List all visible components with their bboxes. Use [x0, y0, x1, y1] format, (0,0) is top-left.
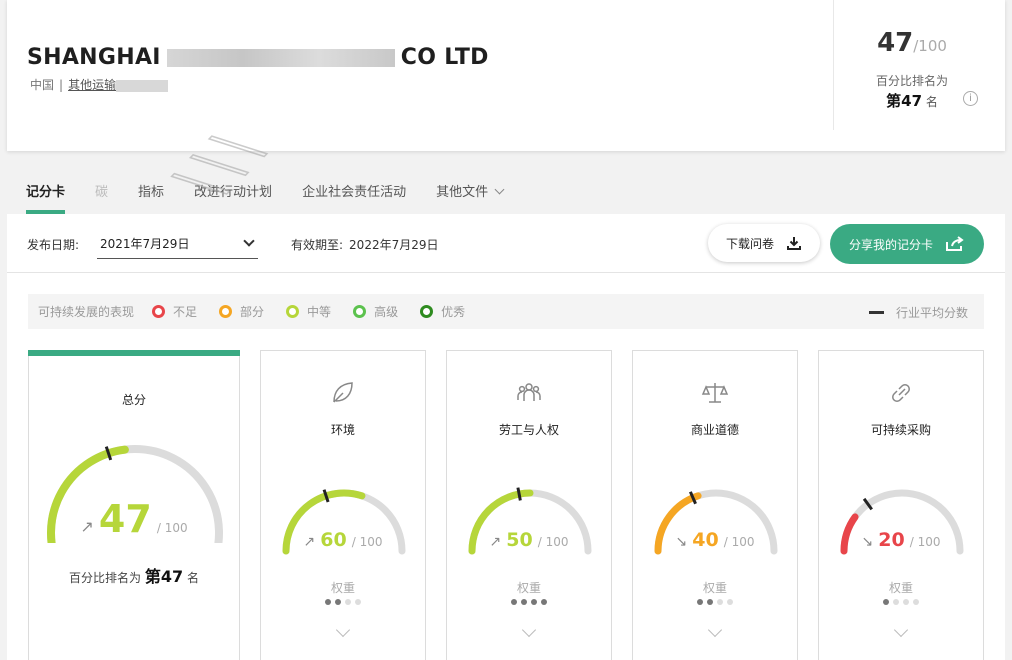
chevron-down-icon[interactable] [521, 622, 537, 638]
weight-dot [697, 599, 703, 605]
tab-other-files[interactable]: 其他文件 [436, 180, 505, 214]
card-accent-bar [28, 350, 240, 356]
scales-icon [701, 383, 729, 403]
weight-dot [345, 599, 351, 605]
legend-dot [286, 305, 300, 318]
labor-score-value: ↗ 50 / 100 [489, 529, 569, 551]
link-icon [892, 384, 910, 402]
total-score-value: ↗ 47 / 100 [80, 497, 188, 541]
score-number: 47 [98, 497, 152, 541]
weight-dots [261, 599, 425, 605]
weight-dot [521, 599, 527, 605]
card-title: 可持续采购 [870, 423, 931, 437]
legend-dot [420, 305, 434, 318]
weight-dot [541, 599, 547, 605]
average-dash-icon [868, 311, 884, 314]
redacted-name [166, 49, 395, 67]
download-questionnaire-button[interactable]: 下载问卷 [708, 224, 820, 262]
legend-dot [219, 305, 233, 318]
chevron-down-icon [243, 235, 255, 247]
weight-dot [717, 599, 723, 605]
tab-carbon[interactable]: 碳 [95, 180, 108, 214]
weight-dot [727, 599, 733, 605]
total-rank: 百分比排名为 第47 名 [69, 567, 199, 586]
weight-dot [511, 599, 517, 605]
legend-dot [152, 305, 166, 318]
card-title: 环境 [330, 423, 355, 437]
company-meta: 中国 | 其他运输 [30, 76, 169, 93]
weight-label: 权重 [702, 581, 727, 595]
weight-dots [633, 599, 797, 605]
leaf-icon [333, 382, 353, 403]
weight-dot [893, 599, 899, 605]
legend-item-advanced: 高级 [353, 303, 398, 320]
score-number: 60 [320, 529, 347, 551]
card-title: 劳工与人权 [498, 423, 559, 437]
tab-bar: 记分卡 碳 指标 改进行动计划 企业社会责任活动 其他文件 [26, 180, 533, 214]
publish-date-label: 发布日期: [27, 238, 80, 252]
weight-label: 权重 [888, 581, 913, 595]
legend-item-good: 中等 [286, 303, 331, 320]
weight-dot [883, 599, 889, 605]
industry-link[interactable]: 其他运输 [68, 78, 116, 92]
chevron-down-icon [494, 184, 505, 195]
legend-industry-average: 行业平均分数 [868, 304, 968, 321]
theme-card-procurement[interactable]: 可持续采购 ↘ 20 / 100 权重 [818, 350, 984, 660]
industry-average-marker [322, 489, 330, 503]
score-number: 40 [692, 529, 719, 551]
theme-card-environment[interactable]: 环境 ↗ 60 / 100 权重 [260, 350, 426, 660]
tab-scorecard[interactable]: 记分卡 [26, 180, 66, 214]
weight-label: 权重 [516, 581, 541, 595]
ethics-score-value: ↘ 40 / 100 [675, 529, 755, 551]
procurement-score-value: ↘ 20 / 100 [861, 529, 941, 551]
weight-dot [531, 599, 537, 605]
score-number: 20 [878, 529, 905, 551]
toolbar-divider [7, 272, 1005, 273]
redacted-industry [116, 79, 169, 92]
tab-indicators[interactable]: 指标 [138, 180, 164, 214]
industry-average-marker [516, 487, 522, 501]
tab-action-plan[interactable]: 改进行动计划 [194, 180, 272, 214]
tab-csr-activities[interactable]: 企业社会责任活动 [302, 180, 406, 214]
legend-item-insufficient: 不足 [152, 303, 197, 320]
company-name: SHANGHAI CO LTD [27, 45, 489, 70]
info-icon[interactable]: i [963, 91, 978, 106]
valid-until: 有效期至: 2022年7月29日 [291, 238, 439, 252]
total-score-card[interactable]: 总分 ↗ 47 / 100 百分比排名为 第47 名 [28, 350, 240, 660]
weight-dot [903, 599, 909, 605]
card-title: 商业道德 [690, 423, 739, 437]
chevron-down-icon[interactable] [893, 622, 909, 638]
theme-card-ethics[interactable]: 商业道德 ↘ 40 / 100 权重 [632, 350, 798, 660]
card-title: 总分 [121, 393, 146, 407]
percentile-label: 百分比排名为 [875, 74, 948, 88]
chevron-down-icon[interactable] [707, 622, 723, 638]
download-icon [787, 237, 801, 250]
score-number: 50 [506, 529, 533, 551]
weight-label: 权重 [330, 581, 355, 595]
weight-dots [447, 599, 611, 605]
environment-score-value: ↗ 60 / 100 [303, 529, 383, 551]
weight-dot [325, 599, 331, 605]
weight-dot [707, 599, 713, 605]
weight-dot [355, 599, 361, 605]
publish-date-select[interactable]: 2021年7月29日 [97, 229, 258, 259]
weight-dot [335, 599, 341, 605]
legend-item-outstanding: 优秀 [420, 303, 465, 320]
legend-item-partial: 部分 [219, 303, 264, 320]
weight-dots [819, 599, 983, 605]
share-scorecard-button[interactable]: 分享我的记分卡 [830, 224, 984, 264]
chevron-down-icon[interactable] [335, 622, 351, 638]
theme-card-labor-rights[interactable]: 劳工与人权 ↗ 50 / 100 权重 [446, 350, 612, 660]
share-icon [946, 236, 964, 251]
country-label: 中国 [30, 78, 55, 92]
legend-dot [353, 305, 367, 318]
legend-title: 可持续发展的表现 [38, 305, 135, 319]
weight-dot [913, 599, 919, 605]
overall-score: 47/100 [877, 28, 947, 58]
people-icon [517, 383, 541, 401]
performance-legend: 可持续发展的表现 不足 部分 中等 高级 优秀 行业平均分数 [28, 294, 984, 329]
